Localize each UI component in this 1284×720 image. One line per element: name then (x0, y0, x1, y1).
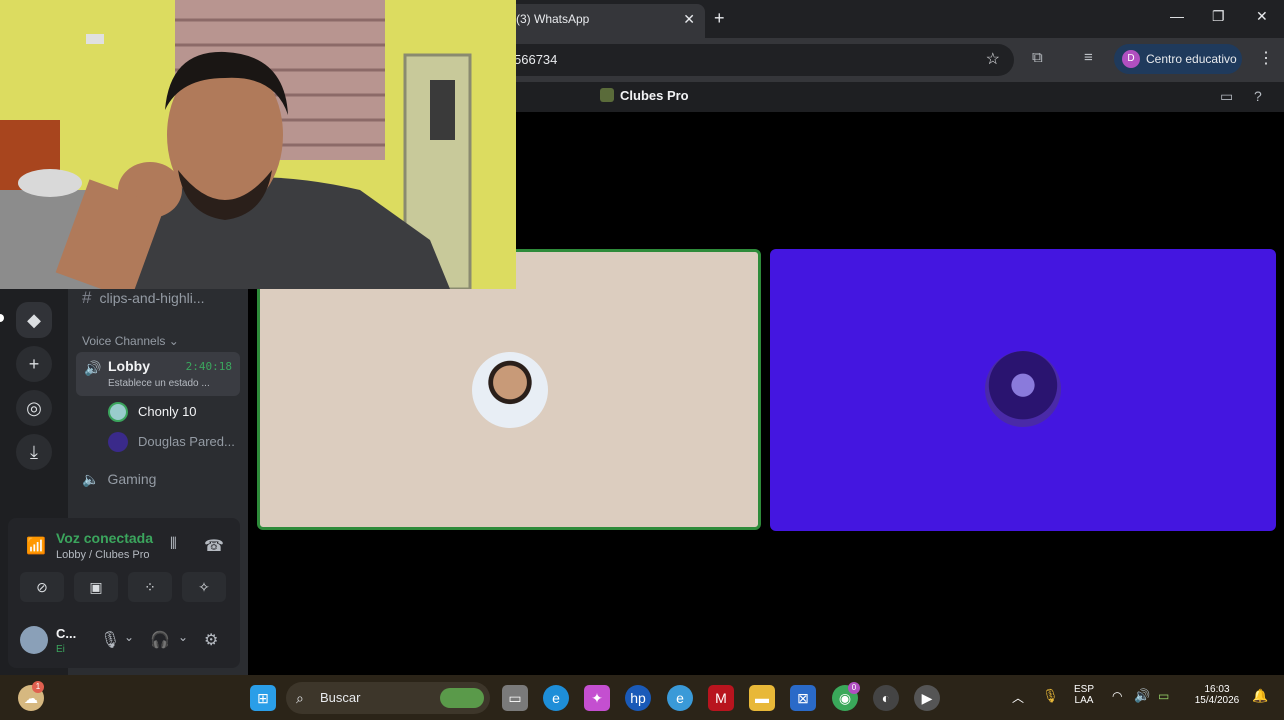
hp-icon[interactable]: hp (625, 685, 651, 711)
avatar (985, 351, 1061, 427)
search-box[interactable]: ⌕ Buscar (286, 682, 490, 714)
server-title: Clubes Pro (600, 88, 689, 103)
profile-button[interactable]: D Centro educativo (1114, 44, 1242, 74)
bookmark-star-icon[interactable]: ☆ (986, 44, 1000, 76)
search-highlight-icon (440, 688, 484, 708)
show-hidden-icons-chevron[interactable]: ︿ (1012, 689, 1024, 706)
notifications-icon[interactable]: 🔔 (1252, 688, 1268, 704)
channel-name: clips-and-highli... (99, 290, 205, 306)
voice-connected-label[interactable]: Voz conectada (56, 530, 153, 546)
start-button[interactable]: ⊞ (250, 685, 276, 711)
webcam-overlay (0, 0, 516, 289)
clock-date: 15/4/2026 (1194, 695, 1240, 706)
mic-chevron-icon[interactable]: ⌄ (124, 630, 134, 644)
voice-channels-section[interactable]: Voice Channels ⌄ (82, 334, 179, 348)
battery-icon[interactable]: ▭ (1158, 689, 1169, 703)
download-icon[interactable]: ⤓ (16, 434, 52, 470)
notification-badge: 1 (32, 681, 44, 693)
wifi-icon[interactable]: ◠ (1112, 689, 1122, 703)
address-bar[interactable]: 566734 ☆ (500, 44, 1014, 76)
clock[interactable]: 16:03 15/4/2026 (1188, 684, 1246, 706)
server-name-text: Clubes Pro (620, 88, 689, 103)
obs-icon[interactable]: ◐ (873, 685, 899, 711)
explore-icon[interactable]: ◎ (16, 390, 52, 426)
video-tile-douglas[interactable] (770, 249, 1276, 531)
lobby-status[interactable]: Establece un estado ... (108, 378, 210, 389)
settings-gear-icon[interactable]: ⚙ (204, 630, 218, 650)
discord-server-icon[interactable]: ◆ (16, 302, 52, 338)
new-tab-button[interactable]: + (714, 8, 725, 29)
media-control-icon[interactable]: ≡ (1084, 49, 1093, 66)
disconnect-icon[interactable]: ☎ (204, 536, 224, 556)
windows-taskbar: ☁ 1 ⊞ ⌕ Buscar ▭ e ✦ hp e M ▬ ⊠ ◉ 0 ◐ ▶ … (0, 675, 1284, 720)
media-player-icon[interactable]: ▶ (914, 685, 940, 711)
address-bar-text: 566734 (514, 52, 558, 67)
channel-name: Gaming (107, 471, 157, 487)
avatar (108, 402, 128, 422)
browser-menu-icon[interactable]: ⋮ (1258, 48, 1274, 68)
minimize-button[interactable]: — (1170, 8, 1184, 24)
voice-channel-gaming[interactable]: 🔈 Gaming (82, 471, 156, 488)
browser-tab-whatsapp[interactable]: (3) WhatsApp ✕ (500, 4, 705, 38)
chrome-badge: 0 (848, 682, 860, 694)
profile-avatar: D (1122, 50, 1140, 68)
screen: (3) WhatsApp ✕ + — ❐ ✕ 566734 ☆ ⧉ ≡ D Ce… (0, 0, 1284, 720)
voice-status-panel: 📶 Voz conectada Lobby / Clubes Pro ⫴ ☎ ⊘… (8, 518, 240, 668)
copilot-icon[interactable]: ✦ (584, 685, 610, 711)
tab-title: (3) WhatsApp (516, 12, 590, 26)
mic-in-use-icon[interactable]: 🎙 (1042, 688, 1059, 704)
avatar (108, 432, 128, 452)
member-name: Chonly 10 (138, 404, 197, 419)
activities-button[interactable]: ⁘ (128, 572, 172, 602)
server-icon (600, 88, 614, 102)
profile-label: Centro educativo (1146, 52, 1237, 66)
speaker-icon: 🔊 (84, 360, 102, 376)
help-icon[interactable]: ? (1254, 88, 1262, 104)
webcam-scene (0, 0, 516, 289)
noise-suppression-icon[interactable]: ⫴ (170, 536, 177, 554)
volume-icon[interactable]: 🔊 (1134, 688, 1150, 704)
user-status: Ei (56, 644, 65, 655)
voice-location[interactable]: Lobby / Clubes Pro (56, 549, 150, 561)
clock-time: 16:03 (1204, 684, 1230, 695)
speaker-icon: 🔈 (82, 471, 100, 487)
camera-off-button[interactable]: ⊘ (20, 572, 64, 602)
search-placeholder: Buscar (320, 690, 361, 705)
signal-icon: 📶 (26, 538, 46, 555)
soundboard-button[interactable]: ✧ (182, 572, 226, 602)
language-indicator[interactable]: ESP LAA (1070, 684, 1098, 706)
video-tile-chonly[interactable] (257, 249, 761, 530)
section-label: Voice Channels (82, 334, 166, 348)
user-avatar[interactable] (20, 626, 48, 654)
edge-icon[interactable]: e (543, 685, 569, 711)
ie-icon[interactable]: e (667, 685, 693, 711)
voice-channel-lobby[interactable]: 🔊 Lobby 2:40:18 Establece un estado ... (76, 352, 240, 396)
store-icon[interactable]: ⊠ (790, 685, 816, 711)
text-channel-clips[interactable]: # clips-and-highli... (82, 288, 205, 308)
inbox-icon[interactable]: ▭ (1220, 88, 1233, 105)
user-name[interactable]: C... (56, 626, 76, 641)
headphones-icon[interactable]: 🎧 (150, 630, 170, 650)
extensions-icon[interactable]: ⧉ (1032, 49, 1043, 66)
language-code: ESP (1073, 684, 1094, 695)
hash-icon: # (82, 288, 92, 307)
close-window-button[interactable]: ✕ (1256, 8, 1268, 25)
chevron-down-icon: ⌄ (168, 334, 179, 348)
member-name: Douglas Pared... (138, 434, 235, 449)
maximize-button[interactable]: ❐ (1212, 8, 1225, 25)
mcafee-icon[interactable]: M (708, 685, 734, 711)
lobby-name: Lobby (108, 358, 150, 374)
tab-close-icon[interactable]: ✕ (683, 4, 695, 34)
search-icon: ⌕ (296, 690, 304, 706)
screen-share-button[interactable]: ▣ (74, 572, 118, 602)
lobby-timer: 2:40:18 (185, 360, 232, 373)
add-server-icon[interactable]: + (16, 346, 52, 382)
microphone-icon[interactable]: 🎙 (100, 630, 120, 650)
headphones-chevron-icon[interactable]: ⌄ (178, 630, 188, 644)
file-explorer-icon[interactable]: ▬ (749, 685, 775, 711)
avatar (472, 352, 548, 428)
task-view-icon[interactable]: ▭ (502, 685, 528, 711)
keyboard-layout: LAA (1074, 695, 1094, 706)
